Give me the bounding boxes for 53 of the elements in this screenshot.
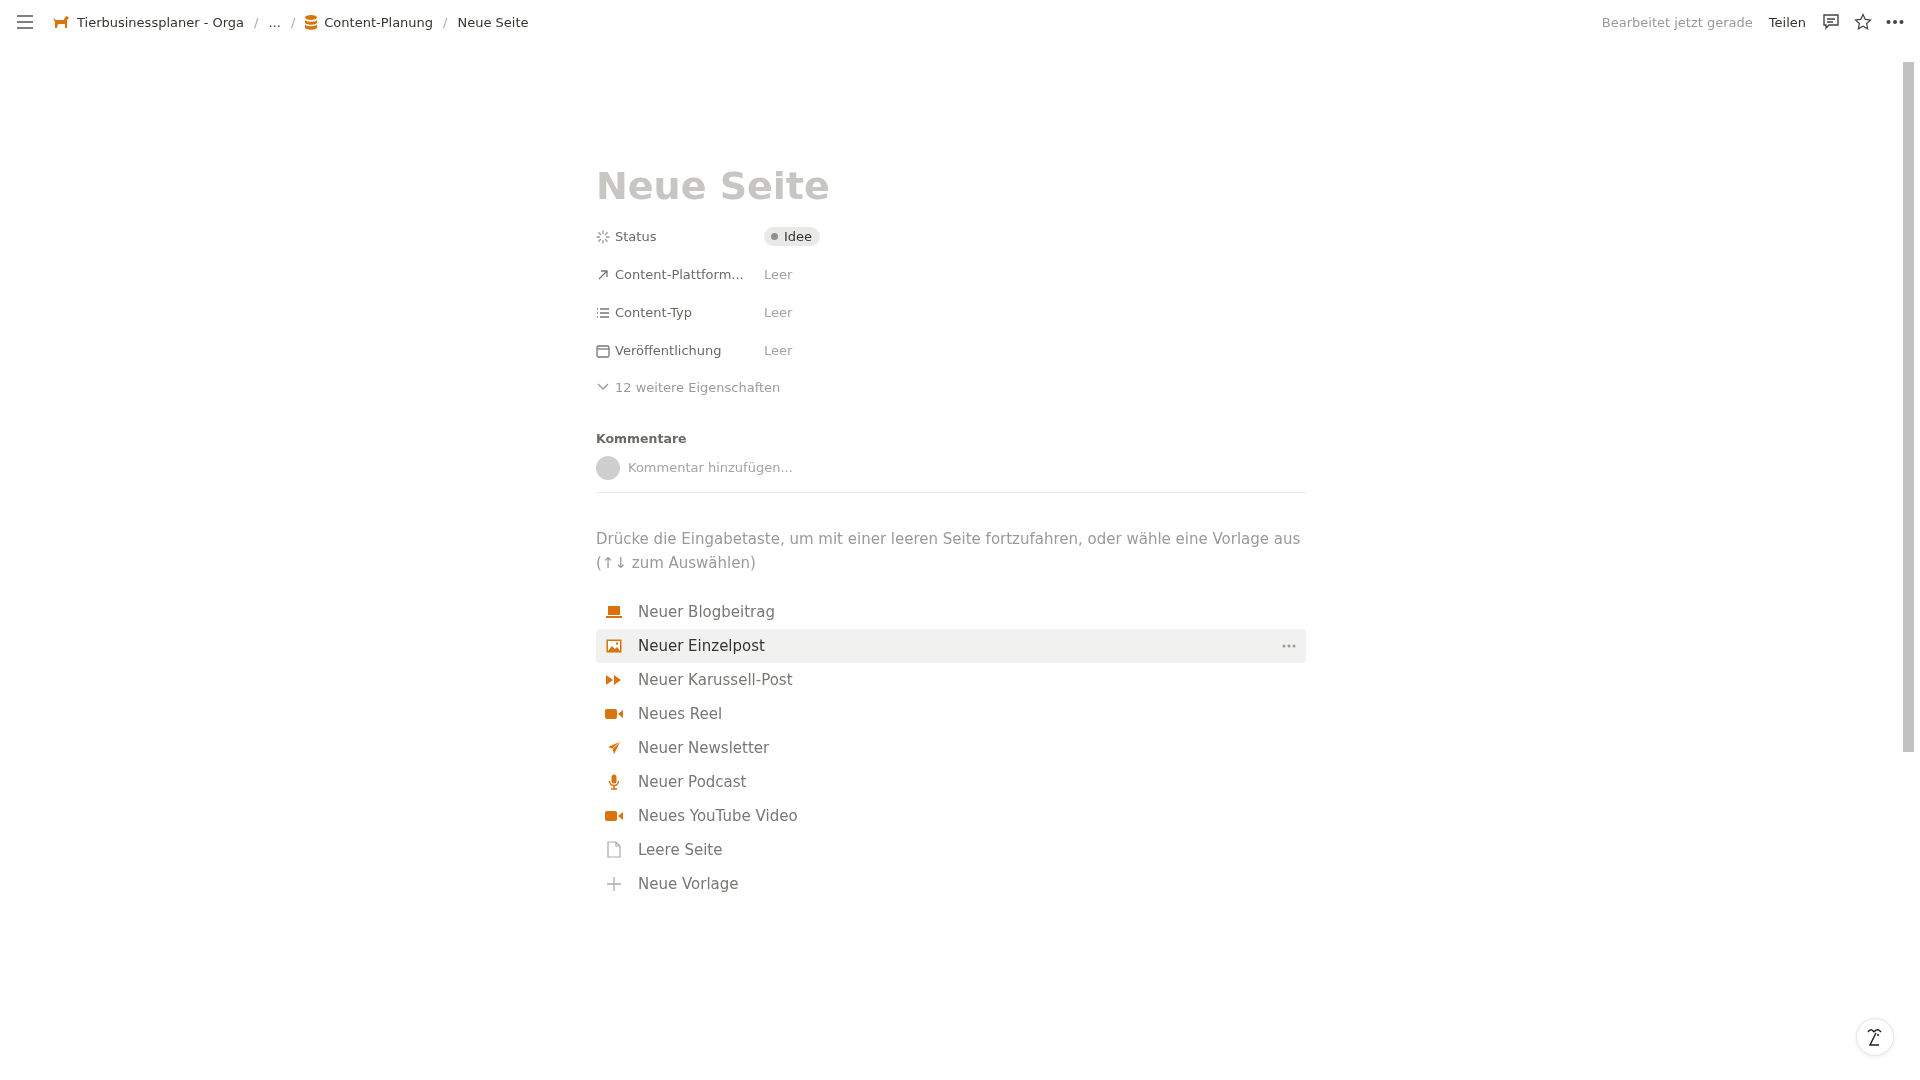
template-item[interactable]: Neuer Karussell-Post: [596, 662, 1306, 697]
template-item[interactable]: Neuer Podcast: [596, 764, 1306, 799]
property-label[interactable]: Status: [596, 229, 764, 245]
chevron-down-icon: [597, 383, 609, 392]
template-item[interactable]: Neuer Einzelpost: [596, 628, 1306, 663]
scrollbar-thumb[interactable]: [1902, 62, 1914, 752]
template-hint: Drücke die Eingabetaste, um mit einer leeren Seite fortzufahren, oder wähle eine Vorlage aus (↑↓ zum Auswählen): [596, 528, 1302, 574]
status-icon: [596, 229, 610, 244]
property-label[interactable]: Veröffentlichung: [596, 343, 764, 359]
more-icon[interactable]: [1886, 19, 1904, 25]
comment-icon[interactable]: [1822, 13, 1840, 31]
more-properties-toggle[interactable]: 12 weitere Eigenschaften: [596, 369, 781, 395]
edited-status: Bearbeitet jetzt gerade: [1601, 14, 1753, 30]
menu-icon[interactable]: [16, 15, 34, 29]
template-item[interactable]: Neue Vorlage: [596, 866, 1306, 901]
paper-plane-icon: [606, 739, 622, 756]
plus-icon: [607, 876, 621, 891]
squiggle-face-icon: [1865, 1026, 1885, 1048]
template-item[interactable]: Neuer Newsletter: [596, 730, 1306, 765]
star-icon[interactable]: [1854, 13, 1872, 31]
template-item[interactable]: Leere Seite: [596, 832, 1306, 867]
breadcrumb-separator: /: [254, 14, 259, 30]
fast-forward-icon: [606, 673, 622, 686]
dog-icon: [52, 15, 70, 29]
page-icon: [607, 841, 621, 859]
arrow-icon: [596, 267, 610, 282]
laptop-icon: [606, 604, 622, 619]
empty-value[interactable]: Leer: [764, 267, 793, 283]
list-icon: [596, 305, 610, 320]
video-camera-icon: [605, 707, 623, 720]
template-item[interactable]: Neuer Blogbeitrag: [596, 594, 1306, 629]
breadcrumb-separator: /: [290, 14, 296, 30]
avatar: [596, 455, 620, 480]
breadcrumb-link[interactable]: Tierbusinessplaner - Orga: [52, 14, 245, 30]
image-icon: [606, 638, 622, 653]
microphone-icon: [608, 773, 620, 790]
template-item[interactable]: Neues YouTube Video: [596, 798, 1306, 833]
help-button[interactable]: [1856, 1018, 1894, 1056]
property-label[interactable]: Content-Plattform...: [596, 267, 764, 283]
breadcrumb-separator: /: [443, 14, 448, 30]
template-item[interactable]: Neues Reel: [596, 696, 1306, 731]
comments-heading: Kommentare: [596, 430, 688, 446]
property-label[interactable]: Content-Typ: [596, 305, 764, 321]
calendar-icon: [596, 343, 610, 358]
breadcrumb-link[interactable]: Content-Planung: [305, 14, 434, 30]
video-camera-icon: [605, 809, 623, 822]
status-tag[interactable]: Idee: [764, 227, 821, 247]
breadcrumb-link[interactable]: Neue Seite: [457, 14, 529, 30]
share-button[interactable]: Teilen: [1766, 10, 1808, 34]
empty-value[interactable]: Leer: [764, 305, 793, 321]
empty-value[interactable]: Leer: [764, 343, 793, 359]
database-icon: [305, 14, 318, 30]
breadcrumb-link[interactable]: ...: [268, 14, 281, 30]
